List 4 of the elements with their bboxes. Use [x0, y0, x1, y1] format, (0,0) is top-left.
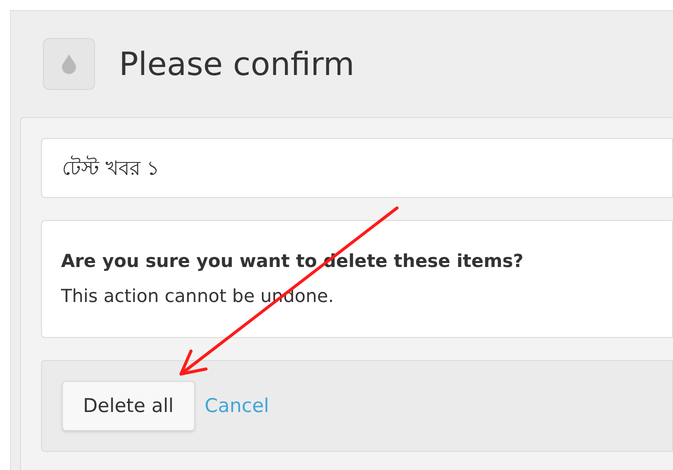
- drop-icon: [43, 38, 95, 90]
- item-field: টেস্ট খবর ১: [41, 138, 673, 198]
- window-title: Please confirm: [119, 44, 354, 85]
- delete-all-button[interactable]: Delete all: [62, 381, 195, 431]
